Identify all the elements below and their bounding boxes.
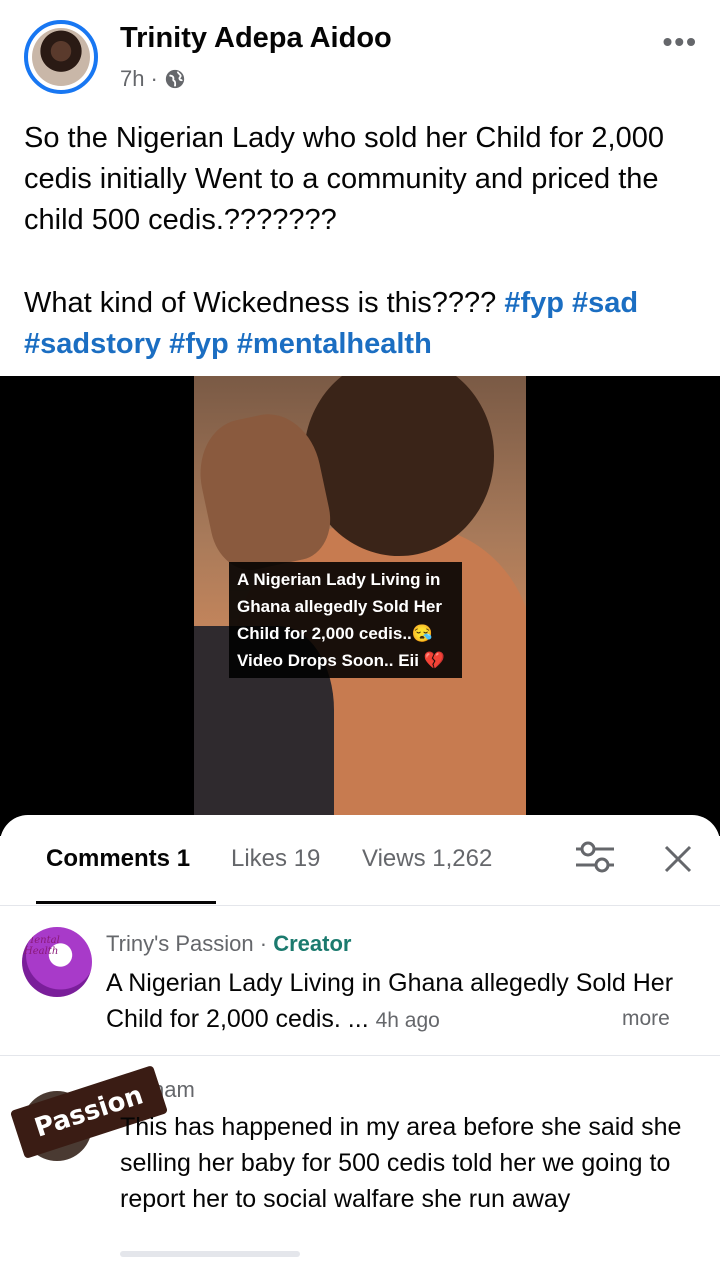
video-caption-overlay: A Nigerian Lady Living in Ghana allegedl… (229, 562, 462, 678)
commenter-avatar[interactable]: Mental Health (22, 927, 92, 997)
post-time[interactable]: 7h (120, 66, 144, 92)
caption-line-1: So the Nigerian Lady who sold her Child … (24, 122, 664, 236)
comment-divider (120, 1251, 300, 1257)
post-header: Trinity Adepa Aidoo 7h · ••• (0, 0, 720, 110)
hashtag-sad[interactable]: #sad (572, 287, 638, 319)
post-caption: So the Nigerian Lady who sold her Child … (24, 118, 704, 365)
author-name[interactable]: Trinity Adepa Aidoo (120, 22, 392, 55)
filter-sliders-icon[interactable] (574, 839, 616, 875)
commenter-name[interactable]: Triny's Passion (106, 931, 254, 956)
caption-question: What kind of Wickedness is this???? (24, 287, 505, 319)
caption-line-2: What kind of Wickedness is this???? #fyp… (24, 283, 704, 365)
creator-badge: Creator (273, 931, 352, 956)
post-meta: 7h · (120, 66, 186, 92)
comment-text: This has happened in my area before she … (120, 1113, 682, 1213)
comment-time: 4h ago (375, 1009, 440, 1032)
comment-item: Mental Health Triny's Passion · Creator … (0, 915, 720, 1056)
overlay-line-2: Ghana allegedly Sold Her (237, 597, 443, 616)
avatar-photo (32, 28, 90, 86)
hashtag-fyp-2[interactable]: #fyp (169, 328, 229, 360)
more-link[interactable]: more (622, 1007, 670, 1031)
overlay-line-3: Child for 2,000 cedis..😪 (237, 624, 433, 643)
globe-icon (165, 69, 184, 89)
active-tab-indicator (36, 901, 216, 904)
hashtag-sadstory[interactable]: #sadstory (24, 328, 161, 360)
sheet-tabs: Comments 1 Likes 19 Views 1,262 (0, 815, 720, 906)
meta-separator: · (150, 66, 158, 91)
comments-sheet: Comments 1 Likes 19 Views 1,262 Mental H… (0, 815, 720, 1261)
avatar-caption: Mental Health (24, 935, 60, 957)
overlay-line-4: Video Drops Soon.. Eii 💔 (237, 651, 445, 670)
author-avatar[interactable] (24, 20, 98, 94)
more-dots-icon[interactable]: ••• (663, 26, 698, 58)
hashtag-fyp[interactable]: #fyp (504, 287, 564, 319)
tab-comments[interactable]: Comments 1 (46, 845, 190, 873)
overlay-line-1: A Nigerian Lady Living in (237, 570, 441, 589)
tab-likes[interactable]: Likes 19 (231, 845, 320, 873)
commenter-name-row: Triny's Passion · Creator (106, 931, 352, 956)
close-icon[interactable] (660, 841, 696, 877)
comment-text: A Nigerian Lady Living in Ghana allegedl… (106, 969, 674, 1033)
hashtag-mentalhealth[interactable]: #mentalhealth (237, 328, 432, 360)
comment-item: nam Passion This has happened in my area… (0, 1055, 720, 1261)
tab-views[interactable]: Views 1,262 (362, 845, 492, 873)
